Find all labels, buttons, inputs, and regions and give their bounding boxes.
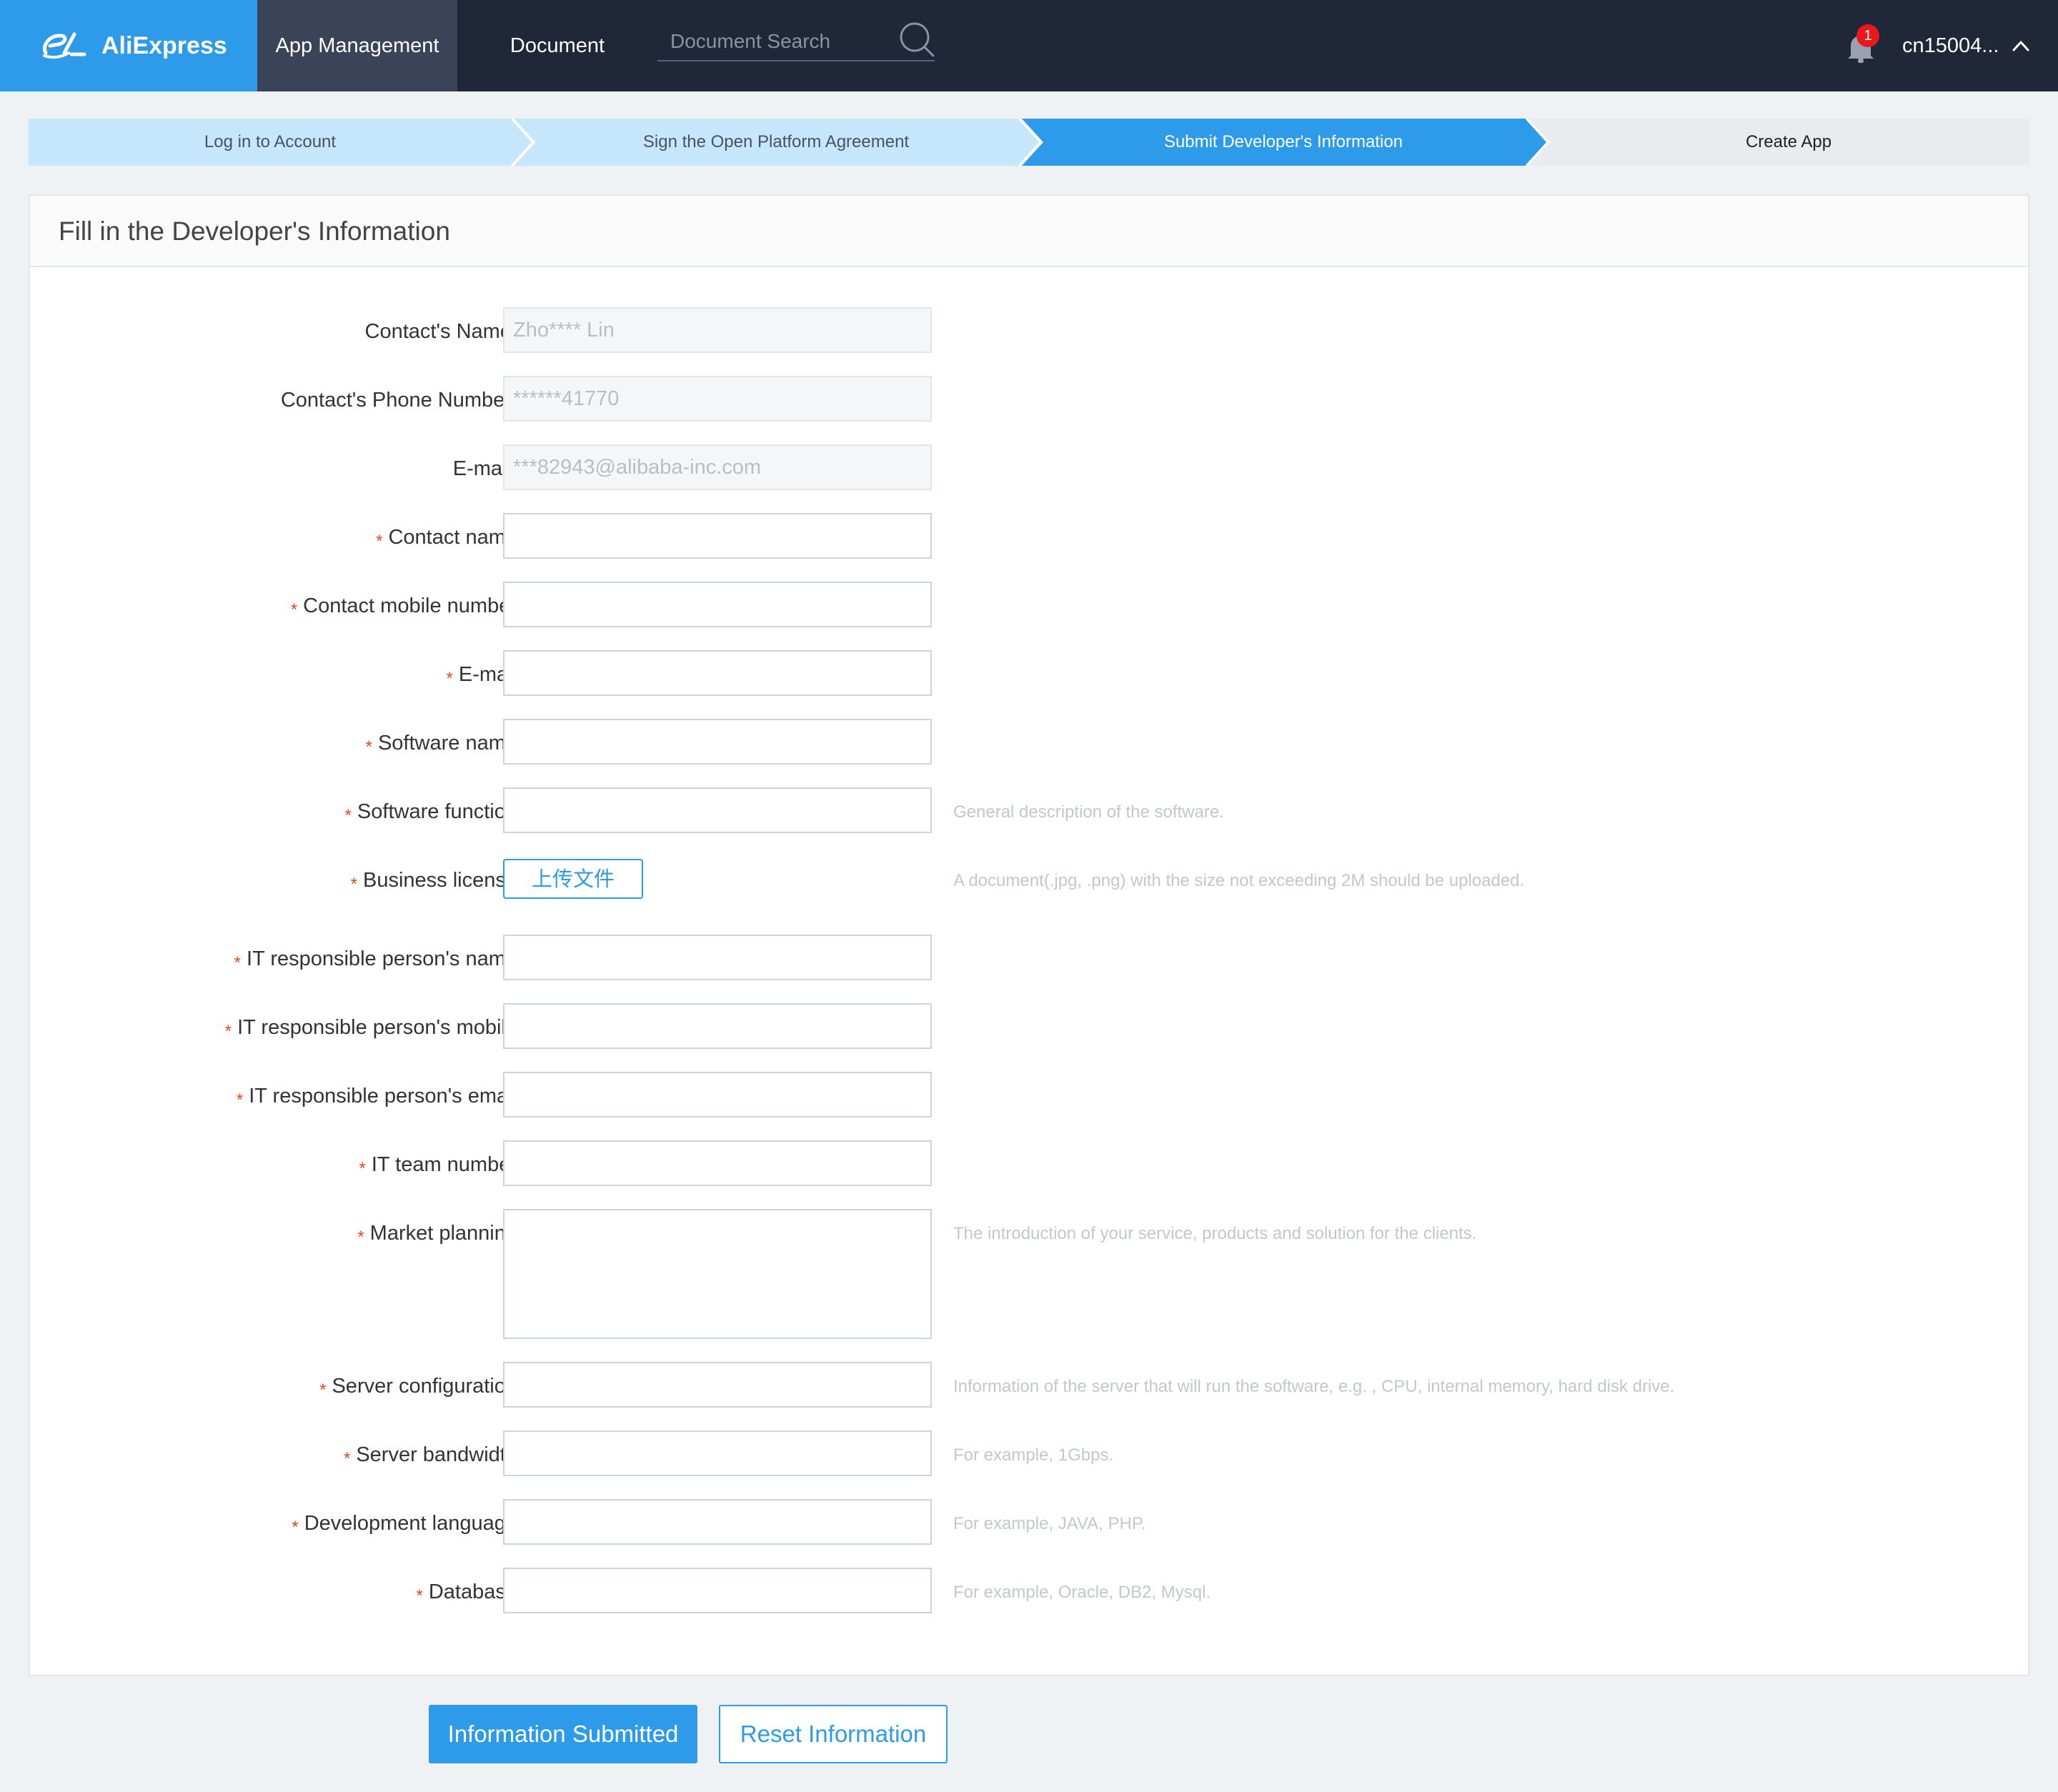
software-function-field[interactable]: [503, 787, 932, 833]
field-label-text: Development language: [304, 1512, 517, 1535]
required-marker: *: [344, 806, 352, 825]
software-name-field[interactable]: [503, 719, 932, 765]
required-marker: *: [343, 1449, 351, 1468]
search-icon[interactable]: [898, 21, 935, 59]
step-sign-agreement: Sign the Open Platform Agreement: [642, 132, 910, 151]
step-log-in: Log in to Account: [204, 132, 337, 151]
it-person-mobile-field[interactable]: [503, 1003, 932, 1049]
field-label-text: Software name: [377, 732, 517, 755]
field-label: Contact's Name:: [364, 320, 517, 343]
field-label: * Business license: [351, 867, 517, 895]
it-team-number-field[interactable]: [503, 1140, 932, 1186]
field-label-text: IT responsible person's mobile: [237, 1016, 517, 1039]
required-marker: *: [416, 1586, 423, 1606]
contact-mobile-field[interactable]: [503, 582, 932, 627]
contacts-email-field: [503, 444, 932, 490]
field-label: * Contact name: [376, 524, 517, 552]
progress-steps: Log in to Account Sign the Open Platform…: [29, 119, 2029, 166]
field-label: * IT team number: [359, 1152, 517, 1179]
field-label-text: Server configuration: [332, 1375, 517, 1398]
field-help-text: For example, Oracle, DB2, Mysql.: [953, 1583, 1211, 1602]
required-marker: *: [376, 532, 383, 551]
developer-info-panel: Fill in the Developer's Information Cont…: [29, 194, 2029, 1676]
required-marker: *: [365, 737, 372, 757]
document-search: [657, 21, 935, 61]
field-help-text: For example, JAVA, PHP.: [953, 1514, 1146, 1533]
field-help-text: The introduction of your service, produc…: [953, 1224, 1477, 1243]
required-marker: *: [359, 1159, 366, 1178]
database-field[interactable]: [503, 1568, 932, 1613]
field-label-text: Contact name: [388, 526, 517, 549]
brand-name: AliExpress: [101, 32, 227, 59]
field-label: * Server configuration: [319, 1373, 517, 1400]
required-marker: *: [292, 1518, 299, 1537]
required-marker: *: [224, 1022, 232, 1041]
field-help-text: General description of the software.: [953, 802, 1224, 822]
field-label: * Database: [417, 1579, 518, 1606]
field-label-text: Market planning: [369, 1222, 517, 1245]
field-label-text: IT responsible person's email: [249, 1085, 517, 1107]
field-label: * Development language: [292, 1510, 517, 1538]
upload-file-button[interactable]: 上传文件: [503, 859, 643, 899]
field-help-text: Information of the server that will run …: [953, 1377, 1675, 1396]
field-label: * IT responsible person's name: [234, 946, 517, 973]
required-marker: *: [357, 1228, 364, 1247]
field-label: * Server bandwidth: [344, 1442, 517, 1469]
required-marker: *: [290, 600, 298, 619]
panel-title: Fill in the Developer's Information: [59, 216, 450, 246]
contact-name-field[interactable]: [503, 513, 932, 559]
field-label-text: Server bandwidth: [356, 1443, 517, 1466]
field-label: Contact's Phone Number:: [280, 389, 517, 412]
field-help-text: For example, 1Gbps.: [953, 1445, 1114, 1465]
search-input[interactable]: [670, 27, 885, 56]
submit-button[interactable]: Information Submitted: [429, 1705, 697, 1763]
field-label: * Software name: [366, 730, 517, 757]
field-label: * IT responsible person's email: [237, 1083, 517, 1110]
required-marker: *: [446, 669, 453, 688]
contacts-phone-field: [503, 376, 932, 422]
nav-app-management[interactable]: App Management: [257, 0, 457, 91]
nav-document[interactable]: Document: [486, 0, 629, 91]
field-label-text: IT team number: [371, 1153, 517, 1176]
field-label: * Market planning: [357, 1220, 517, 1248]
server-bandwidth-field[interactable]: [503, 1430, 932, 1476]
reset-button[interactable]: Reset Information: [719, 1705, 948, 1763]
step-submit-info: Submit Developer's Information: [1163, 132, 1403, 151]
required-marker: *: [350, 875, 357, 894]
contacts-name-field: [503, 307, 932, 353]
development-language-field[interactable]: [503, 1499, 932, 1545]
required-marker: *: [236, 1090, 244, 1110]
step-create-app: Create App: [1745, 132, 1832, 151]
aliexpress-logo-icon: [43, 32, 86, 59]
notification-badge: 1: [1856, 24, 1879, 47]
required-marker: *: [234, 953, 242, 972]
email-field[interactable]: [503, 650, 932, 696]
it-person-email-field[interactable]: [503, 1072, 932, 1117]
field-help-text: A document(.jpg, .png) with the size not…: [953, 871, 1525, 890]
field-label: * Contact mobile number: [291, 593, 517, 620]
brand-logo-area[interactable]: AliExpress: [0, 0, 257, 91]
top-nav-bar: AliExpress App Management Document 1 cn1…: [0, 0, 2058, 91]
field-label: * Software function: [345, 799, 517, 826]
chevron-up-icon[interactable]: [2011, 36, 2031, 56]
server-configuration-field[interactable]: [503, 1362, 932, 1408]
it-person-name-field[interactable]: [503, 935, 932, 980]
field-label: * IT responsible person's mobile: [225, 1015, 517, 1042]
field-label-text: Software function: [357, 800, 517, 823]
field-label-text: Contact mobile number: [303, 594, 517, 617]
panel-header: Fill in the Developer's Information: [30, 196, 2028, 267]
field-label-text: Business license: [363, 869, 517, 892]
market-planning-textarea[interactable]: [503, 1209, 932, 1339]
field-label-text: IT responsible person's name: [247, 947, 517, 970]
user-account-menu[interactable]: cn15004...: [1902, 31, 1999, 60]
required-marker: *: [319, 1380, 327, 1400]
